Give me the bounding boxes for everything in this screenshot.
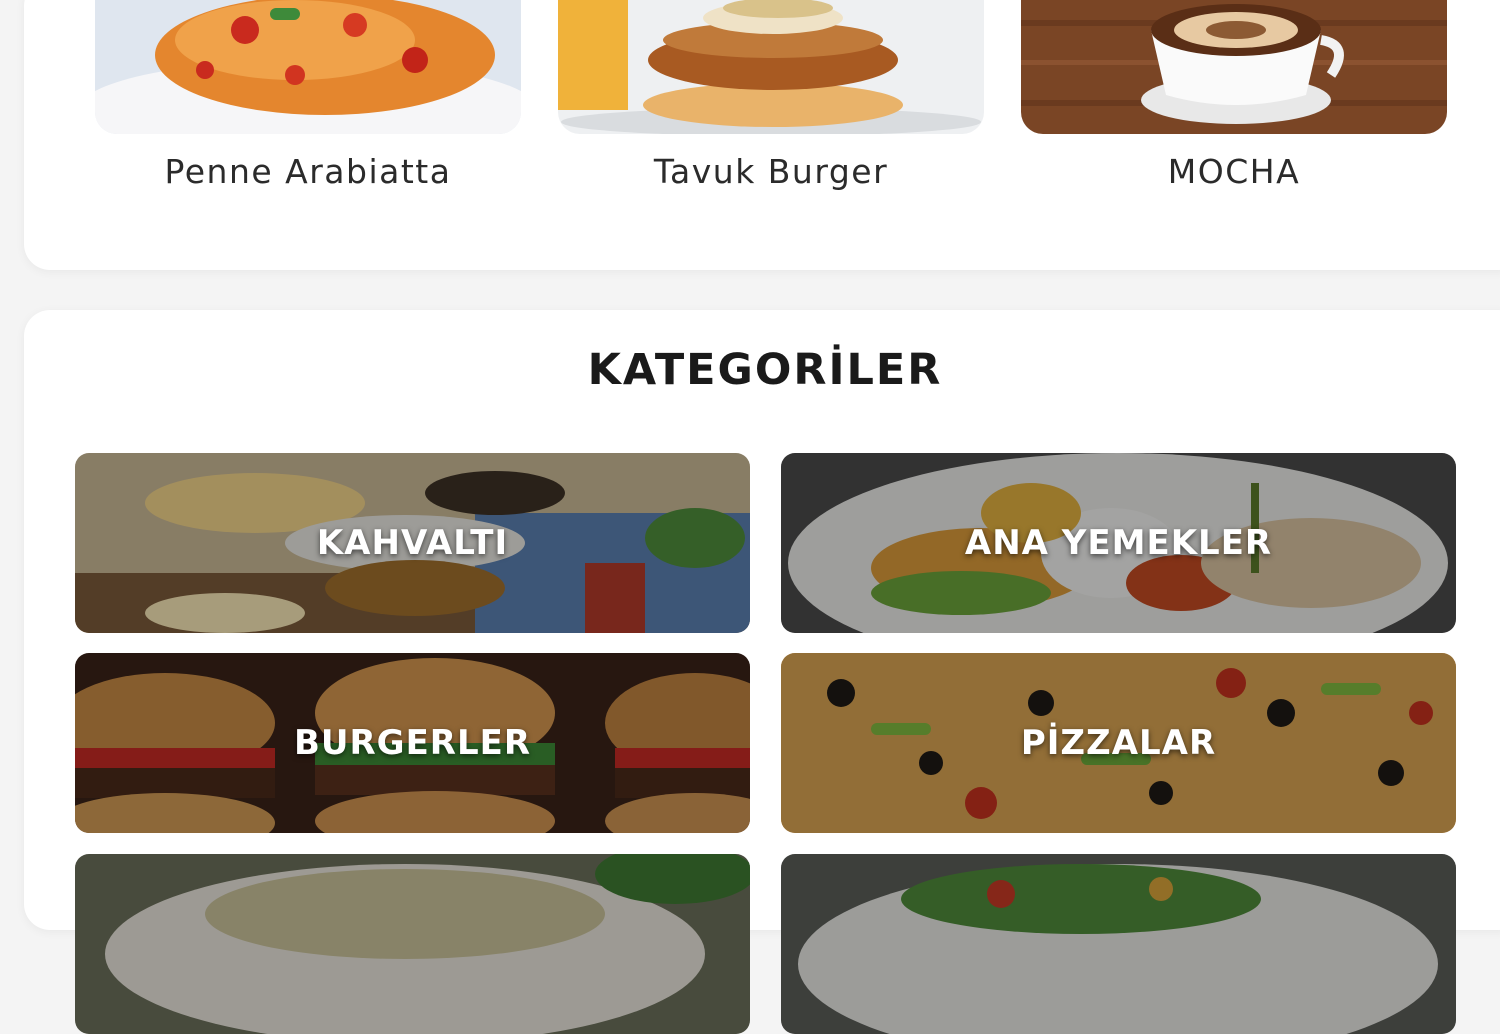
- category-label: [781, 854, 1456, 1034]
- category-label: [75, 854, 750, 1034]
- featured-item-label: Penne Arabiatta: [164, 152, 452, 191]
- category-label: KAHVALTI: [316, 523, 509, 563]
- categories-title: KATEGORİLER: [587, 345, 943, 395]
- category-burgers[interactable]: BURGERLER: [75, 653, 750, 833]
- mocha-coffee-image[interactable]: [1021, 0, 1447, 134]
- category-main-dishes[interactable]: ANA YEMEKLER: [781, 453, 1456, 633]
- category-label: ANA YEMEKLER: [964, 523, 1273, 563]
- category-tile-partial-right[interactable]: [781, 854, 1456, 1034]
- category-tile-partial-left[interactable]: [75, 854, 750, 1034]
- chicken-burger-image[interactable]: [558, 0, 984, 134]
- featured-item-label: MOCHA: [1167, 152, 1301, 191]
- category-label: PİZZALAR: [1020, 723, 1217, 763]
- category-label: BURGERLER: [293, 723, 532, 763]
- featured-item-label: Tavuk Burger: [653, 152, 889, 191]
- penne-pasta-image[interactable]: [95, 0, 521, 134]
- category-breakfast[interactable]: KAHVALTI: [75, 453, 750, 633]
- category-pizzas[interactable]: PİZZALAR: [781, 653, 1456, 833]
